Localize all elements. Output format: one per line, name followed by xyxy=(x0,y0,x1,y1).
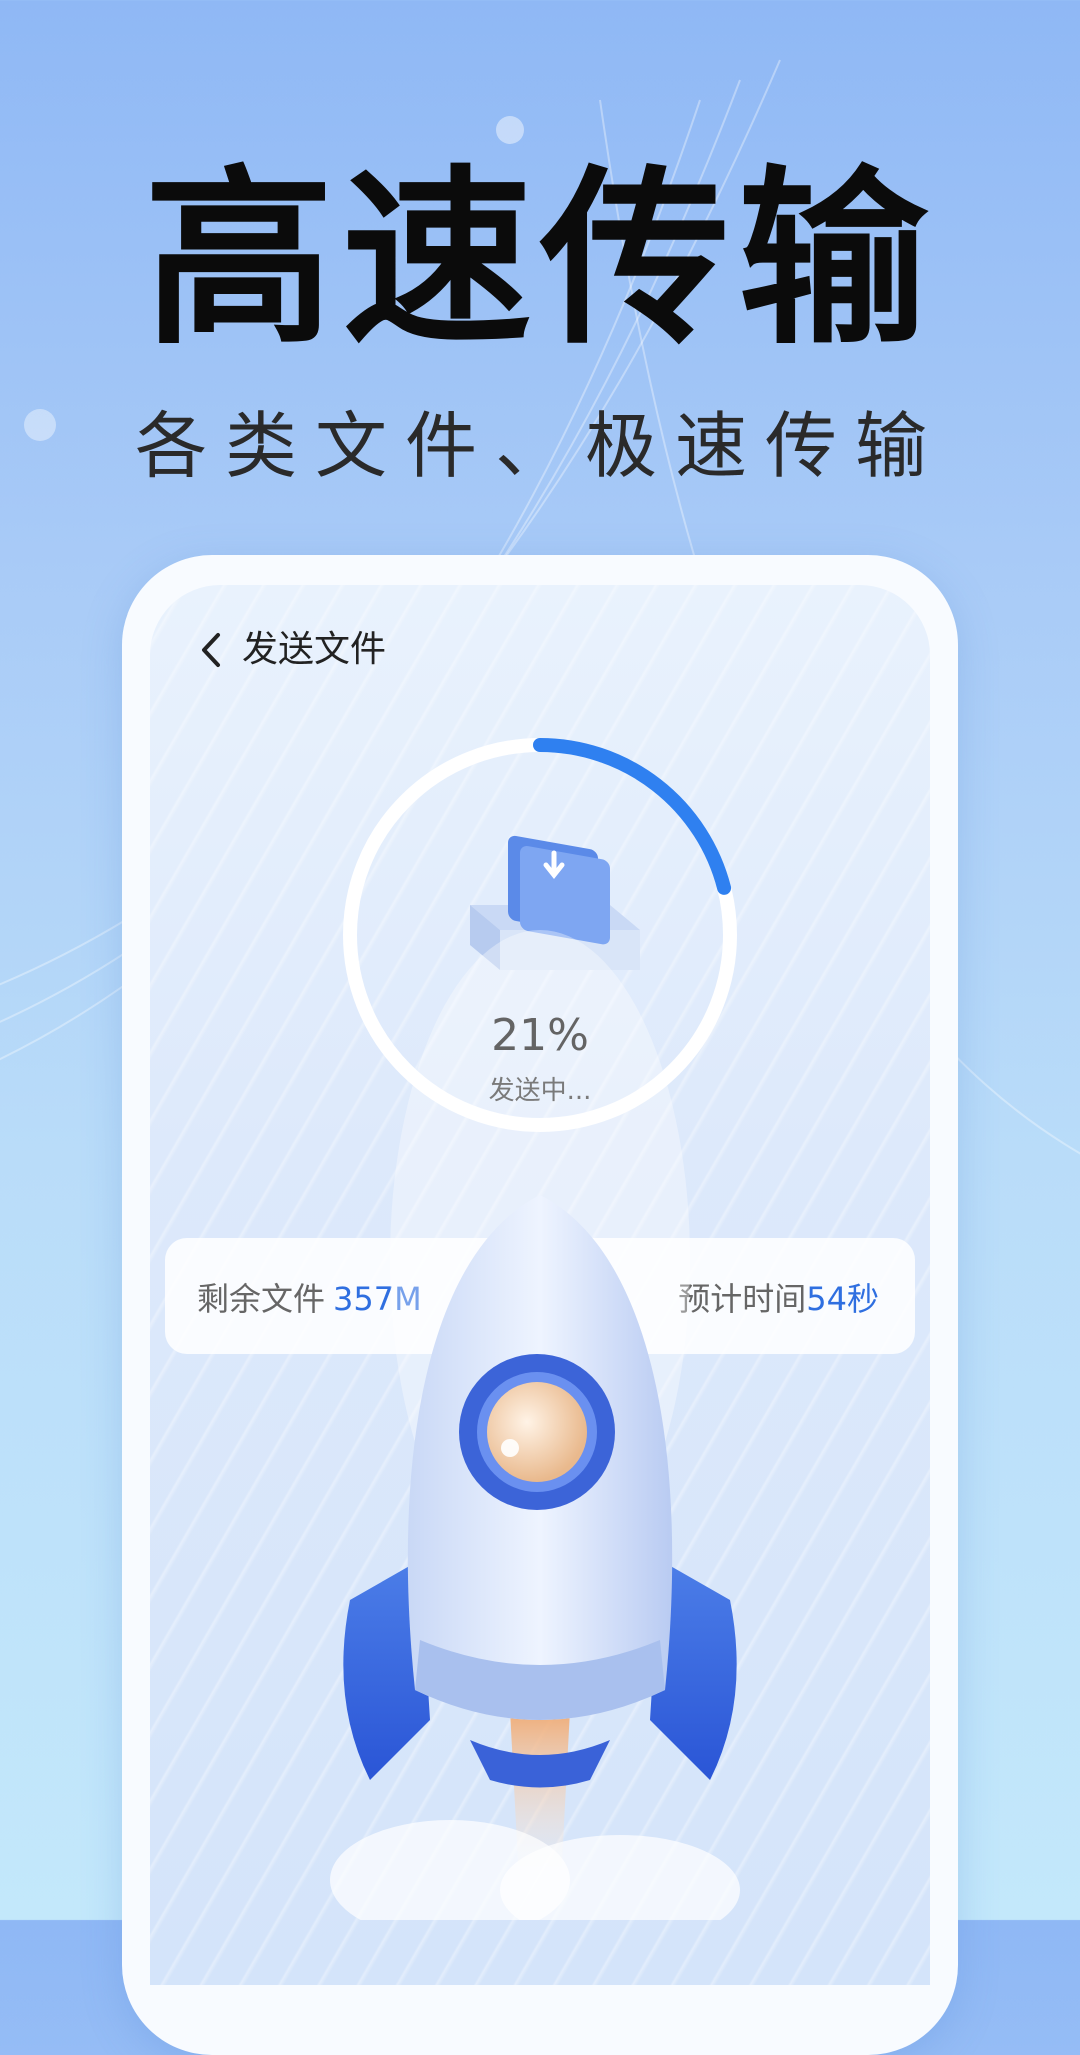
top-bar: 发送文件 xyxy=(150,585,930,715)
eta-label: 预计时间 xyxy=(678,1280,807,1318)
remaining-label: 剩余文件 xyxy=(197,1280,326,1318)
subheadline: 各类文件、极速传输 xyxy=(134,404,945,488)
remaining-value: 357M xyxy=(333,1280,422,1318)
remaining-files: 剩余文件 357M xyxy=(197,1274,422,1320)
eta-value: 54秒 xyxy=(806,1280,879,1318)
folder-download-icon xyxy=(470,835,640,970)
status-text: 发送中... xyxy=(488,1076,592,1106)
headline: 高速传输 xyxy=(143,149,936,370)
estimated-time: 预计时间54秒 xyxy=(678,1274,879,1320)
page-title: 发送文件 xyxy=(242,629,387,670)
back-chevron-icon[interactable] xyxy=(192,625,232,675)
phone-screen: 发送文件 21% 发送中... 剩余文件 357M 预计时间54秒 xyxy=(150,585,930,1985)
progress-percent: 21% xyxy=(491,1010,589,1061)
transfer-info-card: 剩余文件 357M 预计时间54秒 xyxy=(165,1238,915,1354)
